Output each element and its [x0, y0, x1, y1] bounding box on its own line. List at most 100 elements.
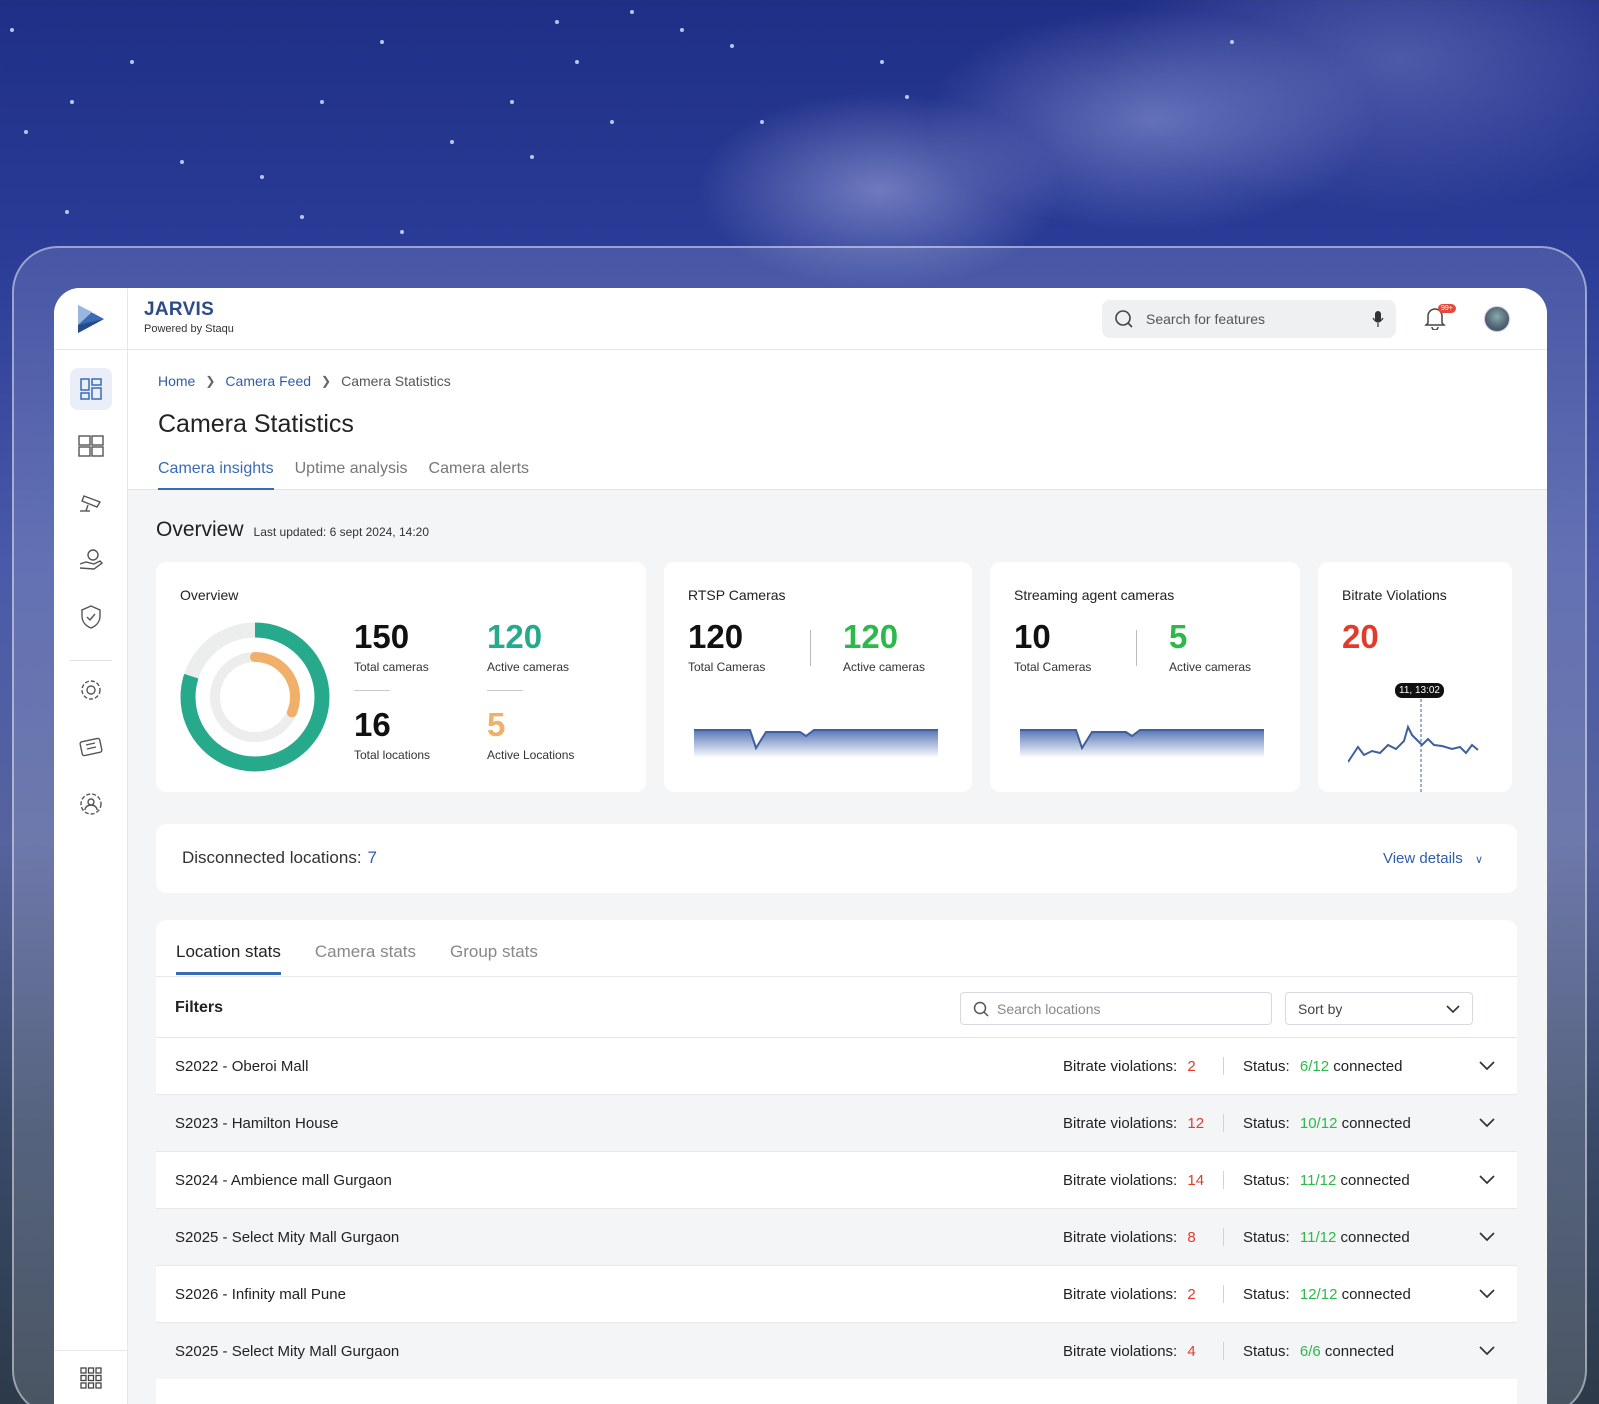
disconnected-count: 7 [367, 848, 378, 867]
bitrate-violations-count: 8 [1187, 1228, 1196, 1246]
chevron-down-icon: ∨ [1474, 854, 1483, 866]
divider [1223, 1228, 1224, 1246]
sidebar-apps-button[interactable] [54, 1350, 128, 1404]
table-row[interactable]: S2022 - Oberoi Mall Bitrate violations: 2… [156, 1037, 1517, 1094]
sidebar-divider [70, 660, 112, 661]
page-header: Home ❯ Camera Feed ❯ Camera Statistics C… [128, 350, 1547, 490]
sidebar-item-settings[interactable] [70, 669, 112, 711]
tab-camera-insights[interactable]: Camera insights [158, 460, 274, 490]
sidebar-item-dashboard[interactable] [70, 368, 112, 410]
status-ratio: 12/12 [1299, 1285, 1338, 1303]
sidebar-item-security[interactable] [70, 596, 112, 638]
bitrate-violations-count: 12 [1187, 1114, 1205, 1132]
connection-status: Status: 12/12 connected [1243, 1286, 1411, 1303]
streaming-total-value: 10 [1014, 618, 1051, 655]
streaming-agent-card: Streaming agent cameras 10 Total Cameras… [990, 562, 1300, 792]
location-search-input[interactable]: Search locations [960, 992, 1272, 1025]
divider [1223, 1171, 1224, 1189]
app-window: JARVIS Powered by Staqu Search for featu… [54, 288, 1547, 1404]
search-icon [973, 1001, 989, 1017]
expand-chevron-icon[interactable] [1479, 1343, 1495, 1360]
tab-camera-stats[interactable]: Camera stats [315, 942, 416, 975]
breadcrumb-home[interactable]: Home [158, 373, 195, 389]
table-row[interactable]: S2025 - Select Mity Mall Gurgaon Bitrate … [156, 1208, 1517, 1265]
cctv-camera-icon [80, 495, 102, 512]
divider [354, 690, 390, 691]
sidebar-item-cctv[interactable] [70, 482, 112, 524]
notifications-button[interactable]: 99+ [1424, 304, 1456, 335]
streaming-active-value: 5 [1169, 618, 1188, 655]
status-suffix: connected [1340, 1171, 1410, 1189]
connection-status: Status: 11/12 connected [1243, 1172, 1410, 1189]
table-row[interactable]: S2024 - Ambience mall Gurgaon Bitrate vio… [156, 1151, 1517, 1208]
table-row[interactable]: S2023 - Hamilton House Bitrate violations… [156, 1094, 1517, 1151]
streaming-trend-sparkline [1020, 729, 1264, 758]
active-cameras-label: Active cameras [487, 660, 570, 674]
card-title: RTSP Cameras [688, 587, 786, 603]
status-ratio: 11/12 [1299, 1228, 1337, 1246]
sidebar-item-billing[interactable] [70, 539, 112, 581]
expand-chevron-icon[interactable] [1479, 1229, 1495, 1246]
last-updated: Last updated: 6 sept 2024, 14:20 [253, 525, 430, 539]
view-details-link[interactable]: View details ∨ [1383, 850, 1483, 867]
bitrate-violations: Bitrate violations: 2 [1063, 1058, 1196, 1075]
streaming-active-stat: 5 Active cameras [1169, 618, 1251, 674]
card-title: Streaming agent cameras [1014, 587, 1175, 603]
search-input[interactable]: Search for features [1146, 311, 1372, 327]
sidebar [54, 350, 128, 1404]
status-ratio: 6/6 [1299, 1342, 1321, 1360]
table-row[interactable]: S2026 - Infinity mall Pune Bitrate violat… [156, 1265, 1517, 1322]
overview-card: Overview 150 Total cameras 120 Active ca… [156, 562, 646, 792]
feature-search[interactable]: Search for features [1102, 300, 1396, 338]
status-label: Status: [1243, 1114, 1290, 1132]
expand-chevron-icon[interactable] [1479, 1115, 1495, 1132]
location-name: S2025 - Select Mity Mall Gurgaon [175, 1342, 400, 1360]
expand-chevron-icon[interactable] [1479, 1058, 1495, 1075]
rtsp-total-label: Total Cameras [688, 660, 766, 674]
active-locations-value: 5 [487, 706, 506, 743]
sidebar-item-camera-grid[interactable] [70, 425, 112, 467]
page-tabs: Camera insights Uptime analysis Camera a… [158, 460, 529, 490]
status-ratio: 11/12 [1299, 1171, 1337, 1189]
connection-status: Status: 10/12 connected [1243, 1115, 1411, 1132]
bitrate-violations: Bitrate violations: 4 [1063, 1343, 1196, 1360]
app-logo[interactable] [54, 288, 128, 350]
expand-chevron-icon[interactable] [1479, 1286, 1495, 1303]
sidebar-item-reports[interactable] [70, 726, 112, 768]
microphone-icon[interactable] [1372, 310, 1384, 328]
overview-header: Overview Last updated: 6 sept 2024, 14:2… [156, 518, 429, 542]
table-row[interactable]: S2025 - Select Mity Mall Gurgaon Bitrate … [156, 1322, 1517, 1379]
status-label: Status: [1243, 1171, 1290, 1189]
stats-panel: Location stats Camera stats Group stats … [156, 920, 1517, 1404]
top-bar: JARVIS Powered by Staqu Search for featu… [54, 288, 1547, 350]
bitrate-violations-label: Bitrate violations: [1063, 1285, 1178, 1303]
streaming-active-label: Active cameras [1169, 660, 1252, 674]
bitrate-violations-label: Bitrate violations: [1063, 1171, 1178, 1189]
sort-by-dropdown[interactable]: Sort by [1285, 992, 1473, 1025]
camera-donut-chart [180, 622, 330, 772]
ticket-icon [79, 737, 103, 757]
breadcrumb-current: Camera Statistics [341, 373, 451, 389]
breadcrumb: Home ❯ Camera Feed ❯ Camera Statistics [158, 373, 451, 389]
location-search-placeholder: Search locations [997, 1000, 1101, 1017]
breadcrumb-camera-feed[interactable]: Camera Feed [225, 373, 311, 389]
rtsp-trend-sparkline [694, 729, 938, 758]
status-ratio: 6/12 [1299, 1057, 1330, 1075]
tab-group-stats[interactable]: Group stats [450, 942, 538, 975]
active-cameras-value: 120 [487, 618, 543, 655]
expand-chevron-icon[interactable] [1479, 1172, 1495, 1189]
divider [1136, 630, 1137, 666]
tab-location-stats[interactable]: Location stats [176, 942, 281, 975]
sidebar-item-user-settings[interactable] [70, 783, 112, 825]
divider [1223, 1057, 1224, 1075]
tab-uptime-analysis[interactable]: Uptime analysis [295, 460, 408, 490]
disconnected-label-text: Disconnected locations: [182, 848, 362, 867]
streaming-total-stat: 10 Total Cameras [1014, 618, 1091, 674]
bitrate-violations-label: Bitrate violations: [1063, 1342, 1178, 1360]
status-suffix: connected [1341, 1285, 1411, 1303]
rtsp-cameras-card: RTSP Cameras 120 Total Cameras 120 Activ… [664, 562, 972, 792]
chevron-down-icon [1446, 1004, 1460, 1013]
tab-camera-alerts[interactable]: Camera alerts [429, 460, 529, 490]
avatar[interactable] [1484, 306, 1510, 332]
hand-coin-icon [79, 549, 104, 570]
